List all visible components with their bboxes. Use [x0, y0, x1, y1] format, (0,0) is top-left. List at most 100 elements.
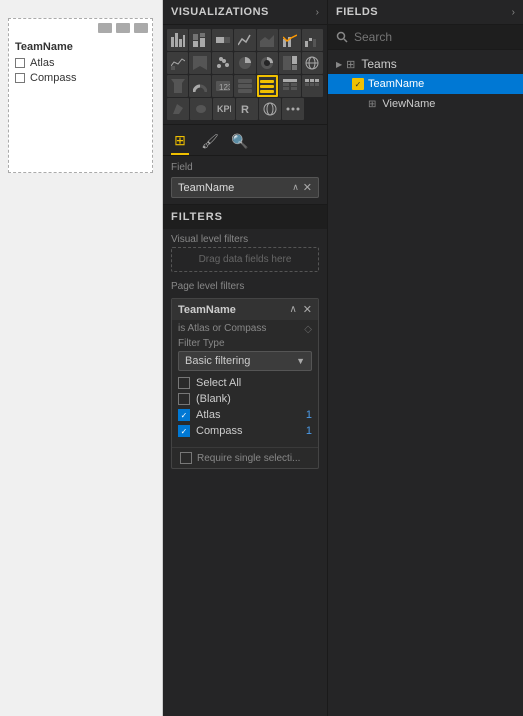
filter-option-select-all[interactable]: Select All — [178, 375, 312, 391]
viz-panel-title: VISUALIZATIONS — [171, 6, 269, 18]
blank-label: (Blank) — [196, 393, 231, 405]
viz-icon-card[interactable]: 123 — [212, 75, 233, 97]
visual-toolbar — [98, 23, 148, 33]
filter-type-dropdown[interactable]: Basic filtering ▼ — [178, 351, 312, 371]
tree-item-viewname[interactable]: ⊞ ViewName — [328, 94, 523, 114]
select-all-label: Select All — [196, 377, 241, 389]
page-level-label: Page level filters — [163, 276, 327, 294]
canvas-visual: TeamName Atlas Compass — [8, 18, 153, 173]
list-checkbox-1 — [15, 58, 25, 68]
blank-checkbox[interactable] — [178, 393, 190, 405]
filter-card-title: TeamName — [178, 304, 236, 316]
viz-row-4: KPI R — [167, 98, 323, 120]
viewname-table-icon: ⊞ — [368, 99, 376, 110]
tree-expand-icon: ▶ — [336, 60, 342, 69]
teamname-label: TeamName — [368, 78, 424, 90]
filters-header: FILTERS — [163, 205, 327, 229]
tab-fields[interactable]: ⊞ — [171, 131, 189, 155]
filter-drag-area: Drag data fields here — [171, 247, 319, 272]
compass-label: Compass — [196, 425, 242, 437]
require-single-row: Require single selecti... — [172, 447, 318, 468]
viz-icon-scatter[interactable] — [212, 52, 233, 74]
atlas-count: 1 — [306, 409, 312, 421]
field-dropdown[interactable]: TeamName ∧ ✕ — [171, 177, 319, 198]
compass-checkbox[interactable] — [178, 425, 190, 437]
viz-icon-ribbon[interactable] — [189, 52, 210, 74]
field-clear-icon[interactable]: ✕ — [303, 181, 312, 194]
viz-icon-kpi[interactable]: KPI — [213, 98, 235, 120]
search-icon — [336, 31, 348, 43]
format-tab-icon: 🖌 — [201, 132, 219, 150]
viz-icon-multirow-card[interactable] — [234, 75, 255, 97]
viz-icon-gauge[interactable] — [189, 75, 210, 97]
field-dropdown-icons: ∧ ✕ — [292, 181, 312, 194]
search-input[interactable] — [354, 30, 515, 44]
fields-panel-expand-icon[interactable]: › — [512, 7, 515, 18]
filter-condition: is Atlas or Compass — [178, 323, 266, 334]
tree-group-header-teams[interactable]: ▶ ⊞ Teams — [328, 54, 523, 74]
filter-expand-icon[interactable]: ∧ — [289, 304, 296, 315]
viz-icon-filled-map[interactable] — [167, 98, 189, 120]
viz-icon-donut[interactable] — [257, 52, 278, 74]
fields-panel: FIELDS › ▶ ⊞ Teams TeamName ⊞ ViewN — [328, 0, 523, 716]
toolbar-icon-3[interactable] — [134, 23, 148, 33]
viz-icon-100pct-bar[interactable] — [212, 29, 233, 51]
viz-icon-pie[interactable] — [234, 52, 255, 74]
viz-icon-area[interactable] — [257, 29, 278, 51]
atlas-label: Atlas — [196, 409, 220, 421]
viz-panel-expand-icon[interactable]: › — [316, 7, 319, 18]
viz-icon-shape-map[interactable] — [190, 98, 212, 120]
tree-group-teams: ▶ ⊞ Teams TeamName ⊞ ViewName — [328, 54, 523, 114]
viz-icon-line-clustered[interactable] — [167, 52, 188, 74]
filter-type-value: Basic filtering — [185, 355, 250, 367]
viz-panel: VISUALIZATIONS › — [163, 0, 328, 716]
field-area: Field TeamName ∧ ✕ — [163, 155, 327, 204]
viz-panel-header: VISUALIZATIONS › — [163, 0, 327, 25]
select-all-checkbox[interactable] — [178, 377, 190, 389]
toolbar-icon-1[interactable] — [98, 23, 112, 33]
viz-icon-r-visual[interactable]: R — [236, 98, 258, 120]
filter-card-header: TeamName ∧ ✕ — [172, 299, 318, 320]
tab-format[interactable]: 🖌 — [201, 132, 219, 154]
field-dropdown-value: TeamName — [178, 182, 234, 194]
fields-panel-title: FIELDS — [336, 6, 378, 18]
filter-option-compass[interactable]: Compass 1 — [178, 423, 312, 439]
viz-icon-line[interactable] — [234, 29, 255, 51]
viz-icon-combo[interactable] — [279, 29, 300, 51]
filter-close-icon[interactable]: ✕ — [303, 303, 312, 316]
viz-icon-matrix[interactable] — [302, 75, 323, 97]
filter-option-atlas[interactable]: Atlas 1 — [178, 407, 312, 423]
atlas-checkbox[interactable] — [178, 409, 190, 421]
list-item: Compass — [15, 72, 146, 84]
viz-icon-slicer[interactable] — [257, 75, 279, 97]
fields-tab-icon: ⊞ — [171, 131, 189, 149]
list-checkbox-2 — [15, 73, 25, 83]
require-single-checkbox[interactable] — [180, 452, 192, 464]
viz-icon-stacked-bar[interactable] — [167, 29, 188, 51]
viz-icon-clustered-bar[interactable] — [189, 29, 210, 51]
analytics-tab-icon: 🔍 — [231, 132, 249, 150]
toolbar-icon-2[interactable] — [116, 23, 130, 33]
tree-item-teamname[interactable]: TeamName — [328, 74, 523, 94]
svg-text:KPI: KPI — [217, 104, 231, 114]
filter-option-blank[interactable]: (Blank) — [178, 391, 312, 407]
viz-icon-waterfall[interactable] — [302, 29, 323, 51]
viz-icon-treemap[interactable] — [279, 52, 300, 74]
viz-icon-table[interactable] — [279, 75, 300, 97]
viz-icons-grid: 123 KPI — [163, 25, 327, 120]
viz-row-3: 123 — [167, 75, 323, 97]
viz-icon-map[interactable] — [302, 52, 323, 74]
fields-search-bar[interactable] — [328, 25, 523, 50]
viz-icon-more[interactable] — [282, 98, 304, 120]
fields-tree: ▶ ⊞ Teams TeamName ⊞ ViewName — [328, 50, 523, 716]
canvas-panel: TeamName Atlas Compass — [0, 0, 163, 716]
svg-text:R: R — [241, 104, 249, 116]
filter-clear-icon[interactable]: ◇ — [304, 324, 312, 335]
filters-section: FILTERS Visual level filters Drag data f… — [163, 204, 327, 716]
viz-row-2 — [167, 52, 323, 74]
viz-icon-globe[interactable] — [259, 98, 281, 120]
require-single-label: Require single selecti... — [197, 453, 300, 464]
field-expand-icon[interactable]: ∧ — [292, 182, 299, 193]
viz-icon-funnel[interactable] — [167, 75, 188, 97]
tab-analytics[interactable]: 🔍 — [231, 132, 249, 154]
